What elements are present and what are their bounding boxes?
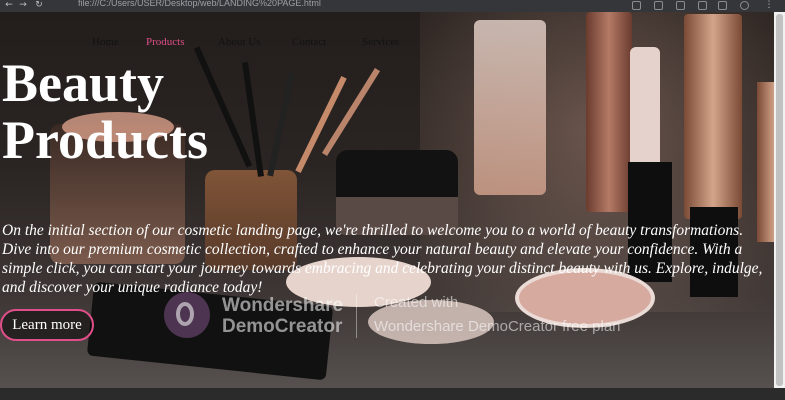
bottom-strip [0,388,785,400]
back-icon[interactable]: ← [4,0,14,10]
hero-title-line2: Products [2,110,209,170]
learn-more-button[interactable]: Learn more [0,309,94,341]
scrollbar-thumb[interactable] [776,14,783,386]
browser-toolbar: ← → ↻ file:///C:/Users/USER/Desktop/web/… [0,0,785,12]
nav-item-home[interactable]: Home [92,36,119,48]
menu-icon[interactable]: ⋮ [764,0,774,10]
hero-title: Beauty Products [2,55,262,169]
main-nav: Home Products About Us Contact Services [0,36,774,52]
extension-icon[interactable] [632,1,641,10]
share-icon[interactable] [654,1,663,10]
landing-page: Home Products About Us Contact Services … [0,12,774,388]
page-scrollbar[interactable] [774,12,785,388]
nav-item-services[interactable]: Services [362,36,399,48]
profile-icon[interactable] [740,1,749,10]
watermark-divider [356,294,357,338]
watermark-created: Created with [374,294,459,311]
nav-item-products[interactable]: Products [146,36,185,48]
nav-item-contact[interactable]: Contact [292,36,326,48]
forward-icon[interactable]: → [18,0,28,10]
democreator-logo-icon [164,292,210,338]
hero-description: On the initial section of our cosmetic l… [2,222,763,296]
watermark-product: DemoCreator [222,316,343,337]
watermark-plan: Wondershare DemoCreator free plan [374,318,621,335]
bookmark-icon[interactable] [676,1,685,10]
nav-item-about-us[interactable]: About Us [218,36,260,48]
hero-title-line1: Beauty [2,53,164,113]
downloads-icon[interactable] [718,1,727,10]
address-bar[interactable]: file:///C:/Users/USER/Desktop/web/LANDIN… [78,0,321,8]
reload-icon[interactable]: ↻ [34,0,44,10]
watermark-brand: Wondershare [222,295,344,316]
watermark: Wondershare DemoCreator Created with Won… [164,288,624,344]
sidebar-icon[interactable] [698,1,707,10]
